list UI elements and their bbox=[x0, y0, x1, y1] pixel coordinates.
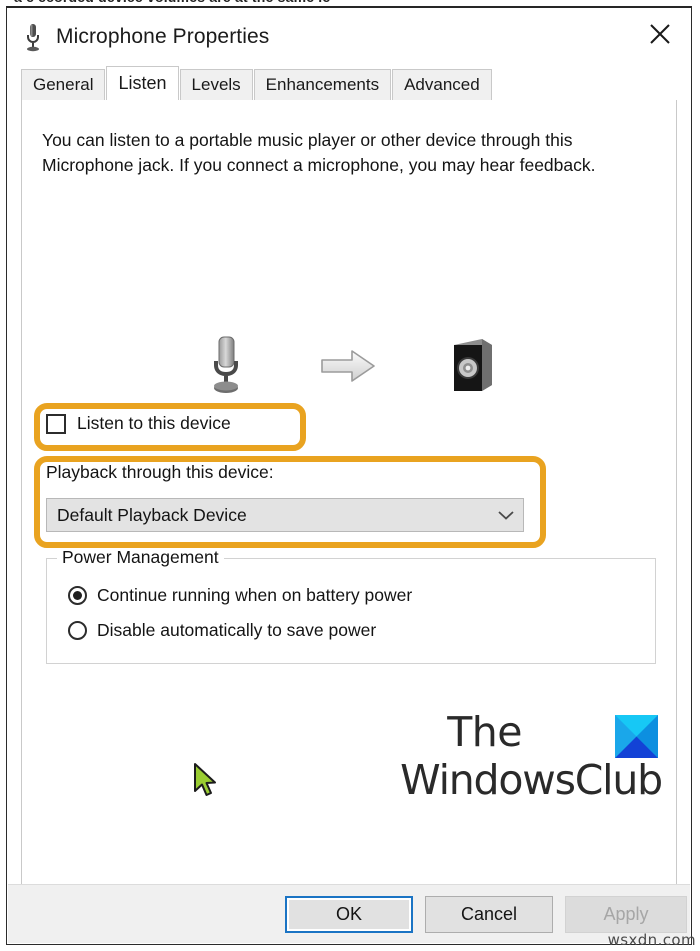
ok-button[interactable]: OK bbox=[285, 896, 413, 933]
listen-tab-panel: You can listen to a portable music playe… bbox=[21, 100, 677, 893]
close-button[interactable] bbox=[629, 8, 691, 60]
cancel-button[interactable]: Cancel bbox=[425, 896, 553, 933]
arrow-pointer-cursor bbox=[192, 762, 220, 800]
device-flow-diagram bbox=[22, 328, 678, 408]
cancel-button-label: Cancel bbox=[460, 904, 518, 924]
tab-label: Advanced bbox=[404, 75, 480, 94]
power-option-continue-running[interactable]: Continue running when on battery power bbox=[68, 585, 412, 606]
apply-button: Apply bbox=[565, 896, 687, 933]
listen-to-this-device-label: Listen to this device bbox=[77, 413, 231, 433]
window-title: Microphone Properties bbox=[56, 25, 270, 48]
microphone-properties-window: Microphone Properties General Listen Lev… bbox=[6, 6, 692, 945]
tab-listen[interactable]: Listen bbox=[106, 66, 179, 100]
tab-levels[interactable]: Levels bbox=[179, 69, 253, 100]
power-management-title: Power Management bbox=[57, 547, 224, 568]
tab-advanced[interactable]: Advanced bbox=[392, 69, 492, 100]
screenshot-root: a e ecorded device volumes are at the sa… bbox=[0, 0, 700, 951]
watermark-line-1: The bbox=[447, 708, 522, 756]
ok-button-label: OK bbox=[335, 904, 362, 924]
playback-device-value: Default Playback Device bbox=[57, 504, 247, 525]
speaker-device-icon bbox=[448, 337, 496, 400]
tab-label: General bbox=[33, 75, 94, 94]
microphone-icon bbox=[20, 22, 46, 52]
windowsclub-square-logo bbox=[615, 715, 658, 758]
title-bar: Microphone Properties bbox=[7, 8, 691, 66]
watermark-line-2: WindowsClub bbox=[400, 756, 663, 804]
tab-general[interactable]: General bbox=[21, 69, 106, 100]
power-management-group: Power Management Continue running when o… bbox=[46, 547, 656, 664]
dialog-footer: OK Cancel Apply bbox=[8, 884, 690, 943]
windowsclub-watermark: The WindowsClub bbox=[400, 708, 663, 818]
radio-disable-automatically-label: Disable automatically to save power bbox=[97, 620, 377, 640]
tab-label: Listen bbox=[118, 73, 167, 93]
radio-continue-running[interactable] bbox=[68, 586, 87, 605]
right-arrow-icon bbox=[320, 349, 376, 388]
playback-device-select[interactable]: Default Playback Device bbox=[46, 498, 524, 532]
microphone-device-icon bbox=[204, 335, 248, 402]
tab-label: Enhancements bbox=[265, 75, 380, 94]
listen-to-this-device-checkbox[interactable] bbox=[46, 413, 66, 434]
playback-device-label: Playback through this device: bbox=[46, 462, 274, 482]
site-watermark: wsxdn.com bbox=[607, 931, 696, 949]
tab-strip: General Listen Levels Enhancements Advan… bbox=[21, 66, 677, 100]
chevron-down-icon bbox=[489, 509, 523, 521]
tab-enhancements[interactable]: Enhancements bbox=[253, 69, 392, 100]
radio-continue-running-label: Continue running when on battery power bbox=[97, 585, 413, 605]
close-icon bbox=[650, 24, 670, 44]
tab-label: Levels bbox=[191, 75, 241, 94]
power-option-disable-automatically[interactable]: Disable automatically to save power bbox=[68, 620, 376, 641]
cropped-text: a e ecorded device volumes are at the sa… bbox=[14, 0, 330, 5]
listen-to-this-device-row[interactable]: Listen to this device bbox=[46, 413, 231, 434]
radio-disable-automatically[interactable] bbox=[68, 621, 87, 640]
intro-text: You can listen to a portable music playe… bbox=[42, 130, 596, 175]
apply-button-label: Apply bbox=[603, 904, 649, 924]
